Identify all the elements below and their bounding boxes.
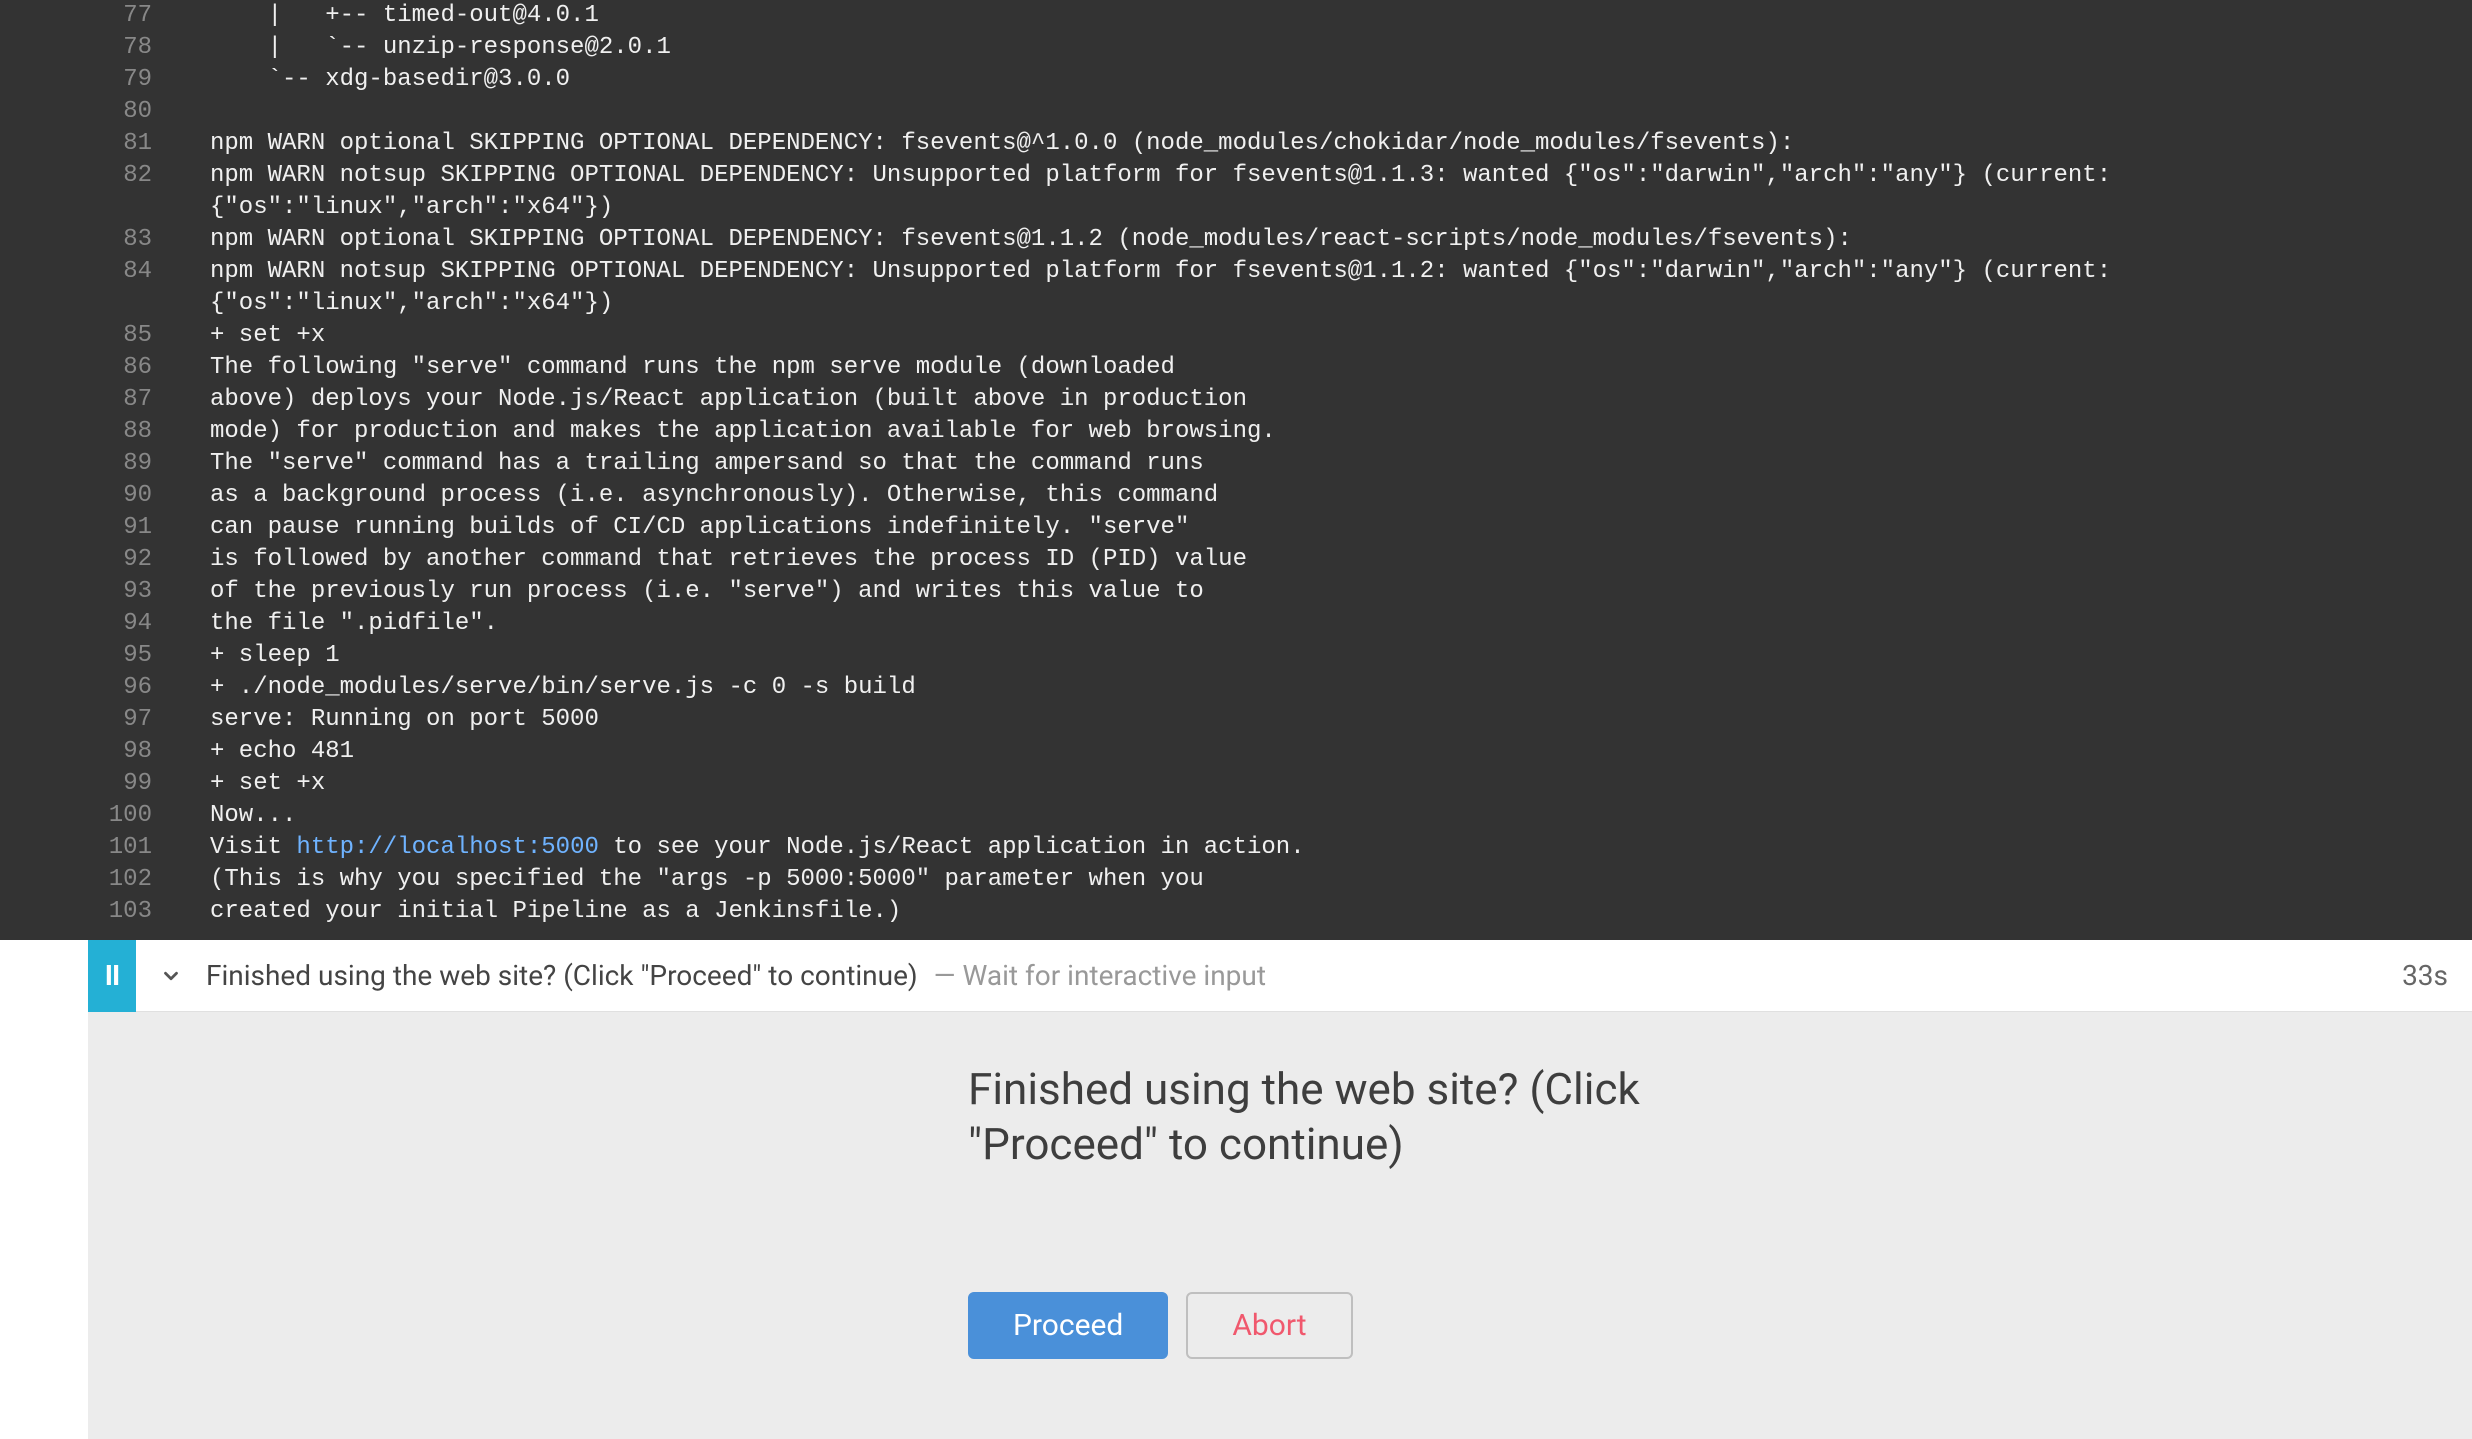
line-text: the file ".pidfile". xyxy=(210,608,2472,640)
console-line: 86The following "serve" command runs the… xyxy=(0,352,2472,384)
line-number: 83 xyxy=(0,224,210,256)
console-line: 81npm WARN optional SKIPPING OPTIONAL DE… xyxy=(0,128,2472,160)
line-text: + set +x xyxy=(210,320,2472,352)
console-line: 103created your initial Pipeline as a Je… xyxy=(0,896,2472,928)
line-text: + set +x xyxy=(210,768,2472,800)
console-line: 95+ sleep 1 xyxy=(0,640,2472,672)
console-line: 84npm WARN notsup SKIPPING OPTIONAL DEPE… xyxy=(0,256,2472,320)
console-line: 88mode) for production and makes the app… xyxy=(0,416,2472,448)
line-text: The "serve" command has a trailing amper… xyxy=(210,448,2472,480)
line-number: 84 xyxy=(0,256,210,288)
line-number: 92 xyxy=(0,544,210,576)
expand-toggle[interactable] xyxy=(136,965,206,987)
line-number: 98 xyxy=(0,736,210,768)
line-number: 88 xyxy=(0,416,210,448)
pause-glyph: II xyxy=(105,959,119,992)
console-line: 92is followed by another command that re… xyxy=(0,544,2472,576)
console-line: 93of the previously run process (i.e. "s… xyxy=(0,576,2472,608)
console-line: 101Visit http://localhost:5000 to see yo… xyxy=(0,832,2472,864)
line-text: created your initial Pipeline as a Jenki… xyxy=(210,896,2472,928)
abort-button[interactable]: Abort xyxy=(1186,1292,1352,1359)
line-number: 85 xyxy=(0,320,210,352)
line-number: 81 xyxy=(0,128,210,160)
console-line: 83npm WARN optional SKIPPING OPTIONAL DE… xyxy=(0,224,2472,256)
console-line: 98+ echo 481 xyxy=(0,736,2472,768)
console-line: 96+ ./node_modules/serve/bin/serve.js -c… xyxy=(0,672,2472,704)
line-number: 95 xyxy=(0,640,210,672)
line-text: (This is why you specified the "args -p … xyxy=(210,864,2472,896)
proceed-button[interactable]: Proceed xyxy=(968,1292,1168,1359)
line-number: 102 xyxy=(0,864,210,896)
line-number: 86 xyxy=(0,352,210,384)
console-line: 85+ set +x xyxy=(0,320,2472,352)
line-number: 90 xyxy=(0,480,210,512)
line-number: 97 xyxy=(0,704,210,736)
console-line: 97serve: Running on port 5000 xyxy=(0,704,2472,736)
line-number: 80 xyxy=(0,96,210,128)
prompt-heading: Finished using the web site? (Click "Pro… xyxy=(968,1062,1728,1172)
line-text: Now... xyxy=(210,800,2472,832)
line-text: above) deploys your Node.js/React applic… xyxy=(210,384,2472,416)
pause-icon: II xyxy=(88,940,136,1012)
line-number: 87 xyxy=(0,384,210,416)
line-text: `-- xdg-basedir@3.0.0 xyxy=(210,64,2472,96)
console-line: 89The "serve" command has a trailing amp… xyxy=(0,448,2472,480)
line-text: | `-- unzip-response@2.0.1 xyxy=(210,32,2472,64)
console-line: 79 `-- xdg-basedir@3.0.0 xyxy=(0,64,2472,96)
console-line: 80 xyxy=(0,96,2472,128)
line-number: 94 xyxy=(0,608,210,640)
stage-title: Finished using the web site? (Click "Pro… xyxy=(206,959,918,992)
line-text: is followed by another command that retr… xyxy=(210,544,2472,576)
line-text: + sleep 1 xyxy=(210,640,2472,672)
line-number: 93 xyxy=(0,576,210,608)
line-number: 78 xyxy=(0,32,210,64)
line-number: 89 xyxy=(0,448,210,480)
line-text: npm WARN notsup SKIPPING OPTIONAL DEPEND… xyxy=(210,256,2472,320)
line-number: 82 xyxy=(0,160,210,192)
line-number: 79 xyxy=(0,64,210,96)
line-text: Visit http://localhost:5000 to see your … xyxy=(210,832,2472,864)
line-number: 100 xyxy=(0,800,210,832)
line-text: | +-- timed-out@4.0.1 xyxy=(210,0,2472,32)
line-number: 77 xyxy=(0,0,210,32)
console-line: 90as a background process (i.e. asynchro… xyxy=(0,480,2472,512)
line-text: npm WARN optional SKIPPING OPTIONAL DEPE… xyxy=(210,224,2472,256)
console-link[interactable]: http://localhost:5000 xyxy=(296,834,598,861)
line-number: 103 xyxy=(0,896,210,928)
line-number: 91 xyxy=(0,512,210,544)
line-text: The following "serve" command runs the n… xyxy=(210,352,2472,384)
console-line: 91can pause running builds of CI/CD appl… xyxy=(0,512,2472,544)
line-text: + ./node_modules/serve/bin/serve.js -c 0… xyxy=(210,672,2472,704)
console-line: 78 | `-- unzip-response@2.0.1 xyxy=(0,32,2472,64)
line-text: npm WARN notsup SKIPPING OPTIONAL DEPEND… xyxy=(210,160,2472,224)
line-text: of the previously run process (i.e. "ser… xyxy=(210,576,2472,608)
stage-subtitle: — Wait for interactive input xyxy=(934,959,1266,992)
stage-header: II Finished using the web site? (Click "… xyxy=(88,940,2472,1012)
console-line: 82npm WARN notsup SKIPPING OPTIONAL DEPE… xyxy=(0,160,2472,224)
line-text: mode) for production and makes the appli… xyxy=(210,416,2472,448)
line-number: 99 xyxy=(0,768,210,800)
line-text: + echo 481 xyxy=(210,736,2472,768)
line-text: as a background process (i.e. asynchrono… xyxy=(210,480,2472,512)
chevron-down-icon xyxy=(160,965,182,987)
line-text: serve: Running on port 5000 xyxy=(210,704,2472,736)
line-number: 101 xyxy=(0,832,210,864)
stage-duration: 33s xyxy=(2402,959,2472,992)
console-output: 77 | +-- timed-out@4.0.178 | `-- unzip-r… xyxy=(0,0,2472,940)
input-prompt-panel: Finished using the web site? (Click "Pro… xyxy=(88,1012,2472,1439)
line-text: npm WARN optional SKIPPING OPTIONAL DEPE… xyxy=(210,128,2472,160)
console-line: 87above) deploys your Node.js/React appl… xyxy=(0,384,2472,416)
line-number: 96 xyxy=(0,672,210,704)
line-text: can pause running builds of CI/CD applic… xyxy=(210,512,2472,544)
console-line: 99+ set +x xyxy=(0,768,2472,800)
console-line: 100Now... xyxy=(0,800,2472,832)
console-line: 94the file ".pidfile". xyxy=(0,608,2472,640)
console-line: 77 | +-- timed-out@4.0.1 xyxy=(0,0,2472,32)
console-line: 102(This is why you specified the "args … xyxy=(0,864,2472,896)
